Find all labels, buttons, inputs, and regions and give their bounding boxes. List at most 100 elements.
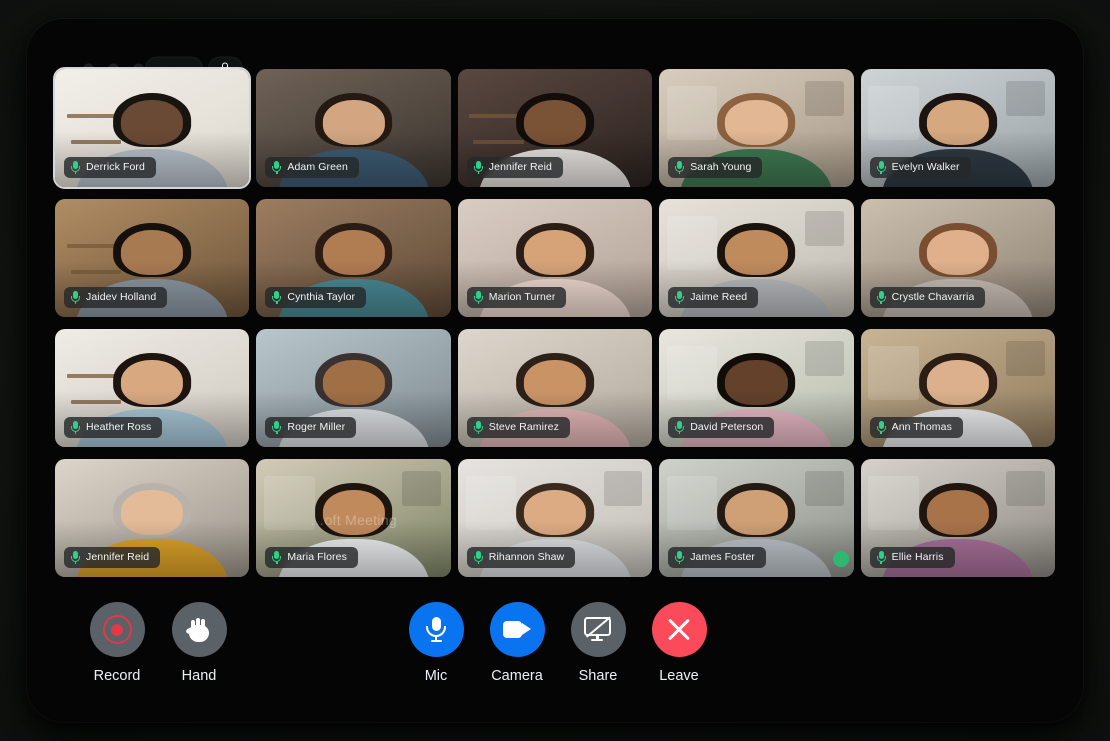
microphone-on-icon [473, 291, 483, 305]
microphone-on-icon [876, 161, 886, 175]
record-icon [102, 615, 132, 644]
participant-name-badge: Maria Flores [265, 547, 358, 568]
participant-name-badge: Derrick Ford [64, 157, 156, 178]
participant-name: Rihannon Shaw [488, 552, 565, 563]
participant-tile[interactable]: Cynthia Taylor [256, 199, 451, 317]
participant-tile[interactable]: Roger Miller [256, 329, 451, 447]
microphone-icon [426, 616, 446, 643]
hand-button[interactable]: Hand [171, 602, 227, 684]
participant-name-badge: Marion Turner [466, 287, 567, 308]
microphone-on-icon [675, 421, 685, 435]
participant-tile[interactable]: Rihannon Shaw [457, 459, 653, 577]
microphone-on-icon [272, 291, 282, 305]
participant-tile[interactable]: …oft Meeting Maria Flores [256, 459, 451, 577]
participant-tile[interactable]: Heather Ross [55, 329, 250, 447]
participant-tile[interactable]: David Peterson [659, 329, 854, 447]
participant-tile[interactable]: Jennifer Reid [55, 459, 250, 577]
participant-tile[interactable]: Jennifer Reid [457, 69, 653, 187]
participant-name: Cynthia Taylor [287, 292, 356, 303]
microphone-on-icon [675, 161, 685, 175]
microphone-on-icon [272, 421, 282, 435]
participant-tile[interactable]: Jaidev Holland [55, 199, 250, 317]
participant-name: David Peterson [690, 422, 764, 433]
toolbar-left-controls: Record Hand [89, 602, 227, 684]
participant-name: James Foster [690, 552, 755, 563]
participant-name: Crystle Chavarria [891, 292, 975, 303]
participant-tile[interactable]: Marion Turner [457, 199, 653, 317]
participant-name-badge: Crystle Chavarria [869, 287, 986, 308]
share-button[interactable]: Share [570, 602, 626, 684]
mic-button-circle[interactable] [408, 602, 464, 657]
participant-video-grid: Derrick Ford Adam Green Jennifer Reid Sarah… [55, 69, 1055, 577]
microphone-on-icon [71, 551, 80, 565]
participant-tile[interactable]: Ann Thomas [860, 329, 1055, 447]
video-camera-icon [503, 621, 531, 638]
participant-status-dot [832, 551, 849, 567]
microphone-on-icon [473, 551, 483, 565]
raise-hand-icon [185, 616, 212, 643]
video-conference-window: Derrick Ford Adam Green Jennifer Reid Sarah… [27, 19, 1083, 722]
participant-tile[interactable]: Jaime Reed [659, 199, 854, 317]
participant-name: Jaidev Holland [86, 292, 157, 303]
screenshot-canvas: Derrick Ford Adam Green Jennifer Reid Sarah… [0, 0, 1110, 741]
microphone-on-icon [876, 421, 886, 435]
record-button-circle[interactable] [89, 602, 145, 657]
participant-name: Adam Green [287, 162, 348, 173]
participant-name-badge: Ellie Harris [869, 547, 955, 568]
record-button[interactable]: Record [89, 602, 145, 684]
participant-tile[interactable]: Derrick Ford [55, 69, 250, 187]
participant-tile[interactable]: James Foster [659, 459, 854, 577]
microphone-on-icon [272, 551, 282, 565]
participant-name-badge: Heather Ross [64, 417, 163, 438]
participant-name: Jennifer Reid [488, 162, 552, 173]
meeting-toolbar: Record Hand Mic Camera Share Leave [27, 592, 1083, 722]
participant-name: Heather Ross [86, 422, 152, 433]
participant-name-badge: Adam Green [265, 157, 359, 178]
microphone-on-icon [675, 291, 685, 305]
microphone-on-icon [675, 551, 685, 565]
participant-name: Evelyn Walker [891, 162, 960, 173]
mic-button[interactable]: Mic [408, 602, 464, 684]
microphone-on-icon [876, 291, 886, 305]
camera-button-circle[interactable] [489, 602, 545, 657]
participant-name: Jennifer Reid [86, 552, 150, 563]
microphone-on-icon [473, 421, 483, 435]
microphone-on-icon [272, 161, 282, 175]
participant-name: Jaime Reed [690, 292, 748, 303]
participant-name: Roger Miller [287, 422, 346, 433]
participant-name: Steve Ramirez [488, 422, 559, 433]
microphone-on-icon [71, 421, 80, 435]
participant-tile[interactable]: Crystle Chavarria [860, 199, 1055, 317]
microphone-on-icon [473, 161, 483, 175]
participant-name-badge: Roger Miller [265, 417, 357, 438]
share-button-label: Share [578, 668, 618, 684]
participant-name: Ellie Harris [891, 552, 944, 563]
microphone-on-icon [876, 551, 886, 565]
camera-button[interactable]: Camera [489, 602, 545, 684]
share-button-circle[interactable] [570, 602, 626, 657]
participant-tile[interactable]: Sarah Young [659, 69, 854, 187]
leave-button-circle[interactable] [651, 602, 707, 657]
participant-name: Maria Flores [287, 552, 347, 563]
record-button-label: Record [93, 668, 141, 684]
participant-tile[interactable]: Adam Green [256, 69, 451, 187]
close-x-icon [666, 617, 692, 643]
leave-button[interactable]: Leave [651, 602, 707, 684]
toolbar-center-controls: Mic Camera Share Leave [408, 602, 707, 684]
leave-button-label: Leave [659, 668, 699, 684]
participant-name-badge: Rihannon Shaw [466, 547, 576, 568]
participant-name: Ann Thomas [891, 422, 952, 433]
participant-name-badge: Steve Ramirez [466, 417, 570, 438]
hand-button-label: Hand [181, 668, 217, 684]
participant-name-badge: Evelyn Walker [869, 157, 971, 178]
hand-button-circle[interactable] [171, 602, 227, 657]
participant-name-badge: Jennifer Reid [466, 157, 563, 178]
participant-name: Derrick Ford [86, 162, 145, 173]
window-titlebar [27, 19, 1083, 82]
microphone-on-icon [71, 161, 80, 175]
screen-share-off-icon [584, 615, 612, 643]
participant-tile[interactable]: Ellie Harris [860, 459, 1055, 577]
participant-name-badge: Jaime Reed [668, 287, 759, 308]
participant-tile[interactable]: Evelyn Walker [860, 69, 1055, 187]
participant-tile[interactable]: Steve Ramirez [457, 329, 653, 447]
